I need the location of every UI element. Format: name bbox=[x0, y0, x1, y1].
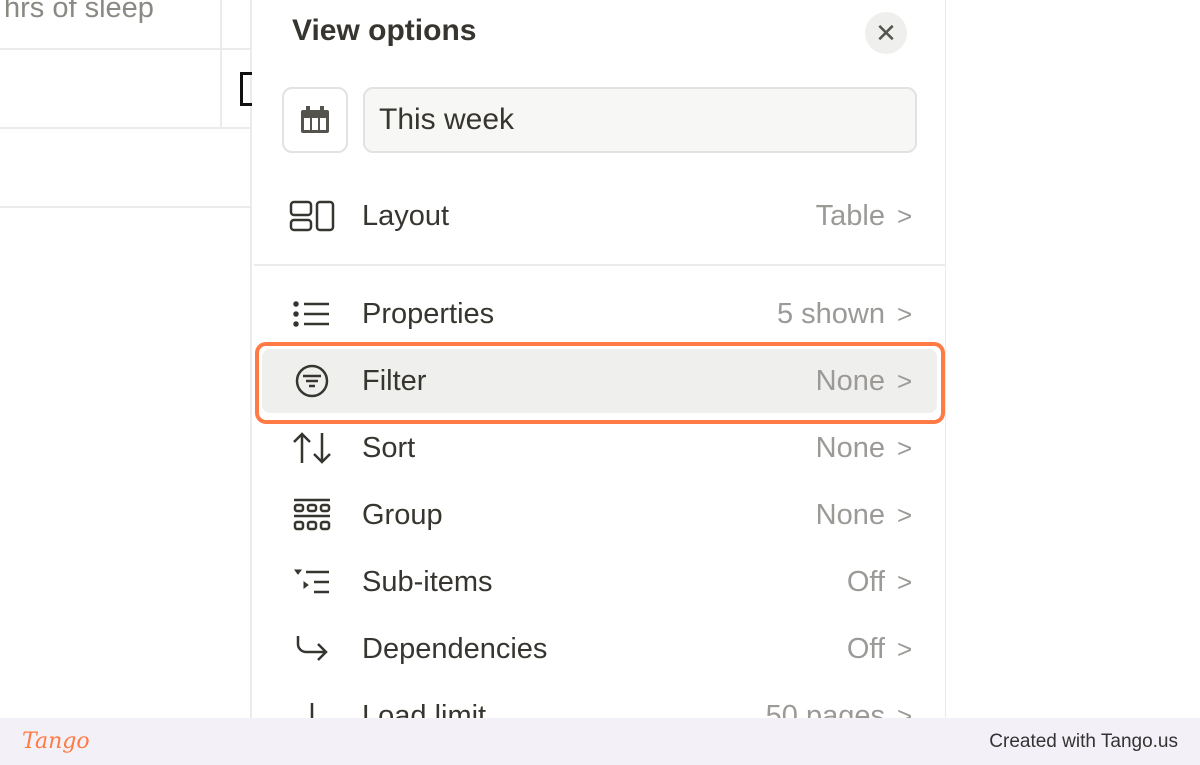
sort-arrows-icon bbox=[262, 431, 362, 465]
menu-item-sub-items[interactable]: Sub-items Off > bbox=[262, 550, 937, 614]
menu-item-properties[interactable]: Properties 5 shown > bbox=[262, 282, 937, 346]
chevron-right-icon: > bbox=[897, 566, 913, 597]
tango-logo: Tango bbox=[22, 729, 90, 754]
menu-item-value: 5 shown bbox=[776, 297, 885, 330]
credit-text: Created with Tango.us bbox=[989, 730, 1178, 752]
properties-list-icon bbox=[262, 301, 362, 327]
menu-item-sort[interactable]: Sort None > bbox=[262, 416, 937, 480]
menu-item-label: Sub-items bbox=[362, 565, 493, 598]
view-name-input[interactable] bbox=[363, 87, 917, 153]
divider bbox=[254, 264, 946, 266]
close-icon: ✕ bbox=[875, 17, 897, 48]
chevron-right-icon: > bbox=[897, 432, 913, 463]
menu-item-label: Sort bbox=[362, 431, 416, 464]
sub-items-icon bbox=[262, 568, 362, 596]
view-icon-button[interactable] bbox=[282, 87, 348, 153]
dependencies-arrow-icon bbox=[262, 634, 362, 664]
menu-item-group[interactable]: Group None > bbox=[262, 483, 937, 547]
chevron-right-icon: > bbox=[897, 499, 913, 530]
filter-highlight-box bbox=[255, 342, 945, 424]
calendar-icon bbox=[301, 106, 329, 133]
database-table: hrs of sleep bbox=[0, 0, 252, 718]
layout-icon bbox=[262, 200, 362, 232]
menu-item-label: Properties bbox=[362, 297, 495, 330]
group-icon bbox=[262, 498, 362, 532]
menu-item-value: Off bbox=[846, 632, 885, 665]
row-divider bbox=[0, 48, 252, 50]
footer: Tango Created with Tango.us bbox=[0, 718, 1200, 765]
menu-item-value: None bbox=[815, 431, 885, 464]
panel-title: View options bbox=[292, 14, 477, 47]
row-divider bbox=[0, 206, 252, 208]
menu-item-value: Off bbox=[846, 565, 885, 598]
chevron-right-icon: > bbox=[897, 200, 913, 231]
menu-item-layout[interactable]: Layout Table > bbox=[262, 184, 937, 248]
close-button[interactable]: ✕ bbox=[865, 12, 907, 54]
column-header[interactable]: hrs of sleep bbox=[4, 0, 154, 25]
menu-item-value: None bbox=[815, 498, 885, 531]
column-divider bbox=[220, 0, 222, 128]
menu-item-label: Layout bbox=[362, 199, 450, 232]
chevron-right-icon: > bbox=[897, 298, 913, 329]
menu-item-label: Group bbox=[362, 498, 443, 531]
menu-item-value: Table bbox=[815, 199, 885, 232]
chevron-right-icon: > bbox=[897, 633, 913, 664]
checkbox[interactable] bbox=[240, 72, 252, 106]
menu-item-label: Dependencies bbox=[362, 632, 548, 665]
menu-item-dependencies[interactable]: Dependencies Off > bbox=[262, 617, 937, 681]
row-divider bbox=[0, 127, 252, 129]
